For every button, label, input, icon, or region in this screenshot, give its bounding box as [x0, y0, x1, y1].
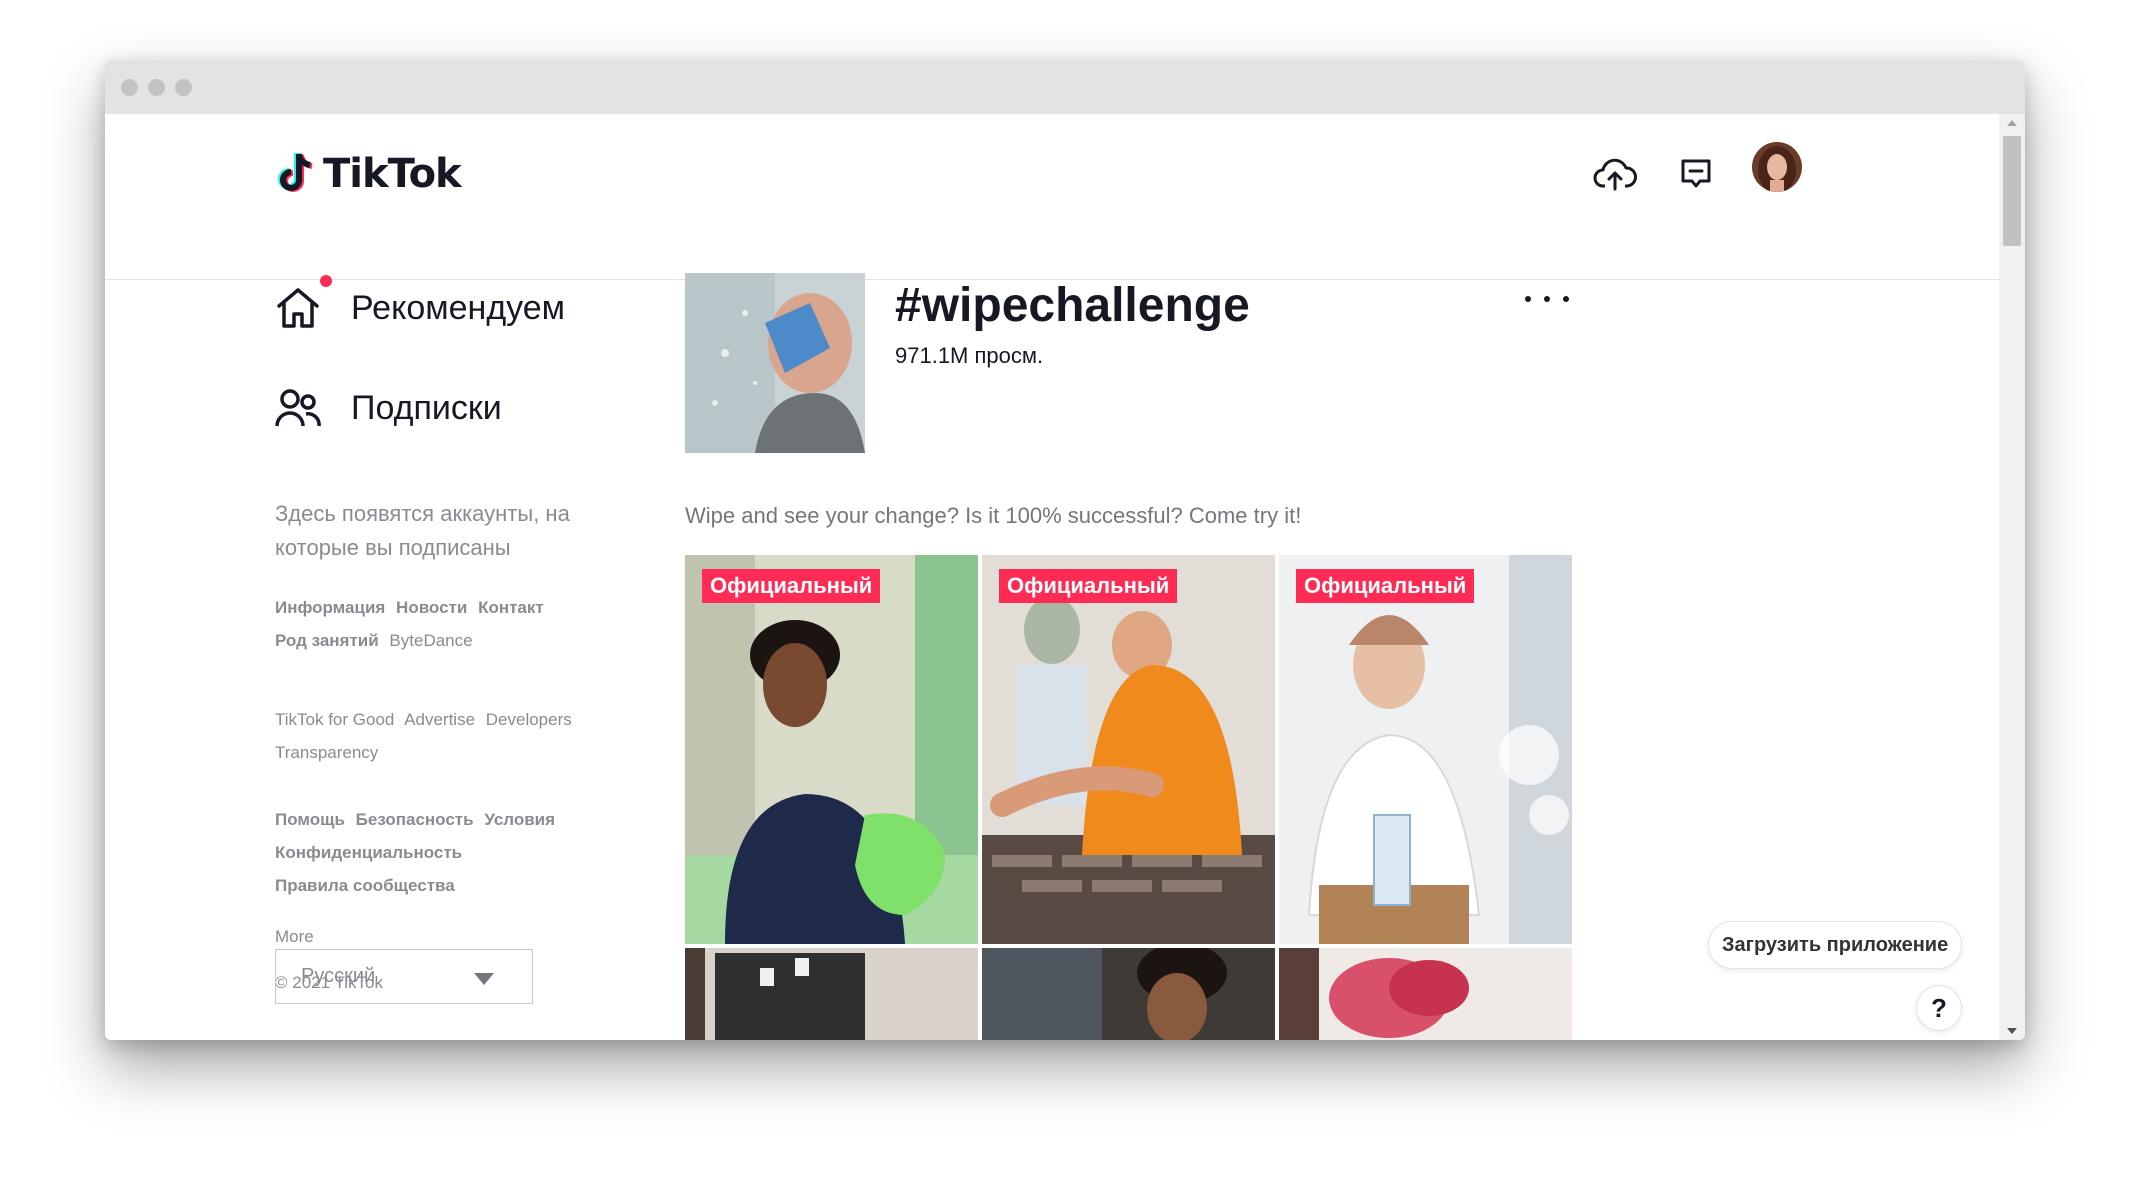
- video-tile[interactable]: Официальный: [982, 555, 1275, 944]
- challenge-description: Wipe and see your change? Is it 100% suc…: [685, 503, 1302, 528]
- footer-link[interactable]: Условия: [484, 810, 555, 829]
- footer-link[interactable]: Безопасность: [356, 810, 474, 829]
- footer-link[interactable]: Правила сообщества: [275, 876, 455, 895]
- footer-link[interactable]: Developers: [486, 710, 572, 729]
- following-icon: [275, 389, 321, 427]
- footer-link[interactable]: Контакт: [478, 598, 544, 617]
- footer-link[interactable]: Новости: [396, 598, 467, 617]
- nav-following-label: Подписки: [351, 388, 502, 427]
- footer-links-1: Информация Новости Контакт Род занятий B…: [275, 591, 635, 657]
- home-icon: [277, 288, 319, 328]
- window-minimize-dot[interactable]: [148, 79, 165, 96]
- upload-button[interactable]: [1587, 146, 1643, 202]
- inbox-button[interactable]: [1668, 146, 1724, 202]
- video-tile[interactable]: Официальный: [685, 555, 978, 944]
- inbox-icon: [1681, 159, 1711, 188]
- footer-links-2: TikTok for Good Advertise Developers Tra…: [275, 703, 635, 769]
- tiktok-logo[interactable]: TikTok: [275, 146, 462, 202]
- official-badge: Официальный: [1296, 569, 1475, 603]
- language-select[interactable]: Русский: [275, 949, 533, 1004]
- tiktok-note-icon: [278, 152, 313, 192]
- browser-window: TikTok Рекомендуем Подписки Здесь появят…: [105, 60, 2025, 1040]
- more-options-button[interactable]: [1525, 286, 1569, 312]
- official-badge: Официальный: [702, 569, 881, 603]
- footer-link[interactable]: Информация: [275, 598, 385, 617]
- scroll-up-arrow-icon[interactable]: [2007, 120, 2017, 126]
- scroll-thumb[interactable]: [2003, 136, 2021, 246]
- chevron-down-icon: [474, 973, 494, 985]
- avatar[interactable]: [1752, 142, 1802, 192]
- footer-links-3: Помощь Безопасность Условия Конфиденциал…: [275, 803, 635, 902]
- scroll-down-arrow-icon[interactable]: [2007, 1028, 2017, 1034]
- get-app-button[interactable]: Загрузить приложение: [1708, 921, 1963, 969]
- footer-link[interactable]: ByteDance: [389, 631, 472, 650]
- scrollbar[interactable]: [1999, 114, 2025, 1040]
- video-tile[interactable]: [982, 948, 1275, 1040]
- footer-link[interactable]: Advertise: [404, 710, 475, 729]
- footer-link[interactable]: Transparency: [275, 743, 378, 762]
- nav-following[interactable]: Подписки: [275, 388, 502, 428]
- nav-recommended-label: Рекомендуем: [351, 288, 566, 327]
- challenge-title: #wipechallenge: [895, 279, 1250, 332]
- following-empty-note: Здесь появятся аккаунты, на которые вы п…: [275, 501, 570, 560]
- footer-link[interactable]: TikTok for Good: [275, 710, 394, 729]
- challenge-views: 971.1M просм.: [895, 343, 1044, 368]
- language-value: Русский: [301, 965, 376, 987]
- notification-dot: [320, 275, 332, 287]
- challenge-cover: [685, 273, 865, 453]
- video-tile[interactable]: [685, 948, 978, 1040]
- help-button[interactable]: ?: [1916, 985, 1962, 1031]
- footer-link[interactable]: Помощь: [275, 810, 345, 829]
- video-tile[interactable]: Официальный: [1279, 555, 1572, 944]
- title-bar: [105, 60, 2025, 114]
- video-tile[interactable]: [1279, 948, 1572, 1040]
- upload-icon: [1593, 158, 1637, 191]
- window-maximize-dot[interactable]: [175, 79, 192, 96]
- official-badge: Официальный: [999, 569, 1178, 603]
- footer-link[interactable]: Конфиденциальность: [275, 843, 462, 862]
- footer-link[interactable]: Род занятий: [275, 631, 379, 650]
- window-close-dot[interactable]: [121, 79, 138, 96]
- logo-text: TikTok: [323, 151, 462, 197]
- nav-recommended[interactable]: Рекомендуем: [275, 275, 566, 330]
